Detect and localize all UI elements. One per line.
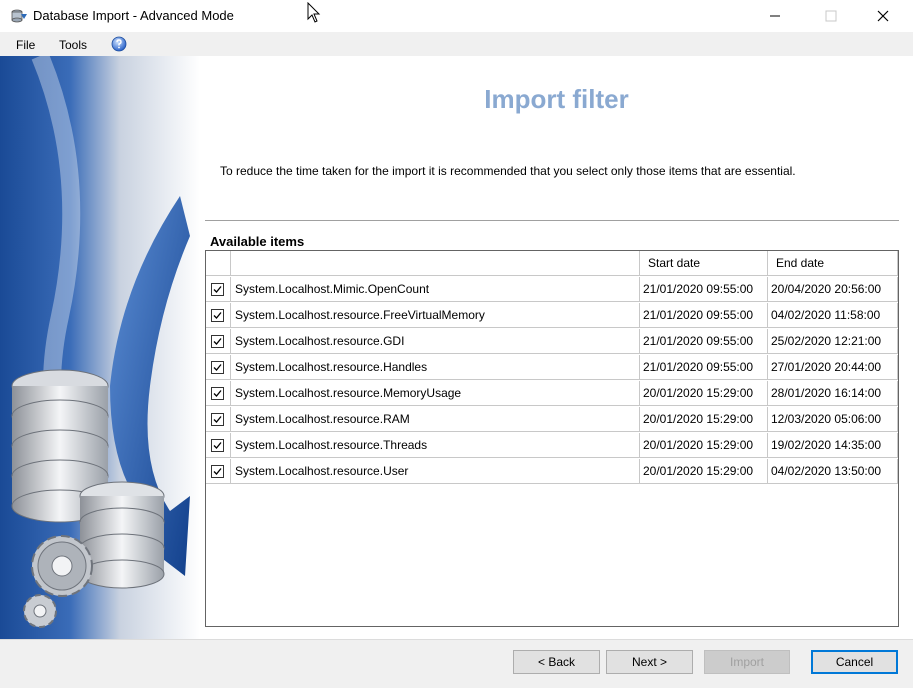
- header-cell-start-date[interactable]: Start date: [640, 251, 768, 276]
- row-checkbox-cell[interactable]: [206, 303, 231, 328]
- mouse-cursor-icon: [307, 2, 321, 23]
- window-title: Database Import - Advanced Mode: [33, 8, 234, 23]
- table-row[interactable]: System.Localhost.resource.MemoryUsage 20/…: [206, 381, 898, 407]
- divider: [205, 220, 899, 221]
- table-row[interactable]: System.Localhost.resource.FreeVirtualMem…: [206, 303, 898, 329]
- minimize-icon: [770, 15, 780, 17]
- row-end-date: 04/02/2020 13:50:00: [768, 459, 898, 484]
- cancel-button[interactable]: Cancel: [811, 650, 898, 674]
- row-end-date: 12/03/2020 05:06:00: [768, 407, 898, 432]
- row-item-name: System.Localhost.resource.Handles: [231, 355, 640, 380]
- title-bar: Database Import - Advanced Mode: [0, 0, 913, 32]
- row-checkbox[interactable]: [211, 334, 224, 348]
- gear-icon: [31, 535, 93, 597]
- maximize-icon: [825, 10, 837, 22]
- row-start-date: 21/01/2020 09:55:00: [640, 303, 768, 328]
- checkmark-icon: [213, 389, 222, 397]
- back-button[interactable]: < Back: [513, 650, 600, 674]
- row-start-date: 20/01/2020 15:29:00: [640, 381, 768, 406]
- checkmark-icon: [213, 311, 222, 319]
- table-row[interactable]: System.Localhost.resource.GDI 21/01/2020 …: [206, 329, 898, 355]
- available-items-grid[interactable]: Start date End date System.Localhost.Mim…: [205, 250, 899, 627]
- row-checkbox[interactable]: [211, 386, 224, 400]
- header-cell-checkbox: [206, 251, 231, 276]
- checkmark-icon: [213, 337, 222, 345]
- row-checkbox-cell[interactable]: [206, 381, 231, 406]
- row-checkbox[interactable]: [211, 360, 224, 374]
- row-end-date: 28/01/2020 16:14:00: [768, 381, 898, 406]
- available-items-label: Available items: [210, 234, 305, 249]
- next-button[interactable]: Next >: [606, 650, 693, 674]
- table-row[interactable]: System.Localhost.resource.Threads 20/01/2…: [206, 433, 898, 459]
- instruction-text: To reduce the time taken for the import …: [220, 164, 796, 178]
- row-end-date: 20/04/2020 20:56:00: [768, 277, 898, 302]
- menu-tools[interactable]: Tools: [59, 38, 87, 52]
- maximize-button[interactable]: [808, 0, 854, 32]
- close-button[interactable]: [860, 0, 906, 32]
- row-checkbox-cell[interactable]: [206, 329, 231, 354]
- row-item-name: System.Localhost.resource.MemoryUsage: [231, 381, 640, 406]
- row-checkbox-cell[interactable]: [206, 433, 231, 458]
- menu-bar: File Tools: [0, 32, 913, 56]
- table-row[interactable]: System.Localhost.resource.User 20/01/2020…: [206, 459, 898, 485]
- import-button[interactable]: Import: [704, 650, 790, 674]
- row-checkbox[interactable]: [211, 308, 224, 322]
- row-checkbox-cell[interactable]: [206, 407, 231, 432]
- checkmark-icon: [213, 415, 222, 423]
- row-start-date: 21/01/2020 09:55:00: [640, 277, 768, 302]
- header-cell-end-date[interactable]: End date: [768, 251, 898, 276]
- row-start-date: 20/01/2020 15:29:00: [640, 433, 768, 458]
- menu-file[interactable]: File: [16, 38, 35, 52]
- row-checkbox[interactable]: [211, 412, 224, 426]
- table-row[interactable]: System.Localhost.resource.Handles 21/01/2…: [206, 355, 898, 381]
- table-row[interactable]: System.Localhost.Mimic.OpenCount 21/01/20…: [206, 277, 898, 303]
- row-item-name: System.Localhost.resource.Threads: [231, 433, 640, 458]
- minimize-button[interactable]: [752, 0, 798, 32]
- help-icon[interactable]: [111, 36, 127, 52]
- row-start-date: 20/01/2020 15:29:00: [640, 407, 768, 432]
- row-end-date: 19/02/2020 14:35:00: [768, 433, 898, 458]
- row-checkbox-cell[interactable]: [206, 459, 231, 484]
- row-item-name: System.Localhost.resource.GDI: [231, 329, 640, 354]
- checkmark-icon: [213, 467, 222, 475]
- row-checkbox-cell[interactable]: [206, 277, 231, 302]
- row-end-date: 27/01/2020 20:44:00: [768, 355, 898, 380]
- database-arrow-illustration: [0, 56, 200, 639]
- close-icon: [877, 10, 889, 22]
- row-item-name: System.Localhost.Mimic.OpenCount: [231, 277, 640, 302]
- row-start-date: 20/01/2020 15:29:00: [640, 459, 768, 484]
- checkmark-icon: [213, 441, 222, 449]
- row-start-date: 21/01/2020 09:55:00: [640, 355, 768, 380]
- row-checkbox[interactable]: [211, 438, 224, 452]
- wizard-sidebar-graphic: [0, 56, 200, 639]
- row-end-date: 04/02/2020 11:58:00: [768, 303, 898, 328]
- row-checkbox-cell[interactable]: [206, 355, 231, 380]
- database-import-icon: [11, 9, 27, 23]
- row-start-date: 21/01/2020 09:55:00: [640, 329, 768, 354]
- header-cell-name[interactable]: [231, 251, 640, 276]
- row-checkbox[interactable]: [211, 282, 224, 296]
- checkmark-icon: [213, 285, 222, 293]
- row-item-name: System.Localhost.resource.User: [231, 459, 640, 484]
- checkmark-icon: [213, 363, 222, 371]
- row-item-name: System.Localhost.resource.FreeVirtualMem…: [231, 303, 640, 328]
- table-row[interactable]: System.Localhost.resource.RAM 20/01/2020 …: [206, 407, 898, 433]
- row-end-date: 25/02/2020 12:21:00: [768, 329, 898, 354]
- small-gear-icon: [23, 594, 57, 628]
- page-title: Import filter: [484, 84, 629, 114]
- row-item-name: System.Localhost.resource.RAM: [231, 407, 640, 432]
- grid-header-row: Start date End date: [206, 251, 898, 277]
- row-checkbox[interactable]: [211, 464, 224, 478]
